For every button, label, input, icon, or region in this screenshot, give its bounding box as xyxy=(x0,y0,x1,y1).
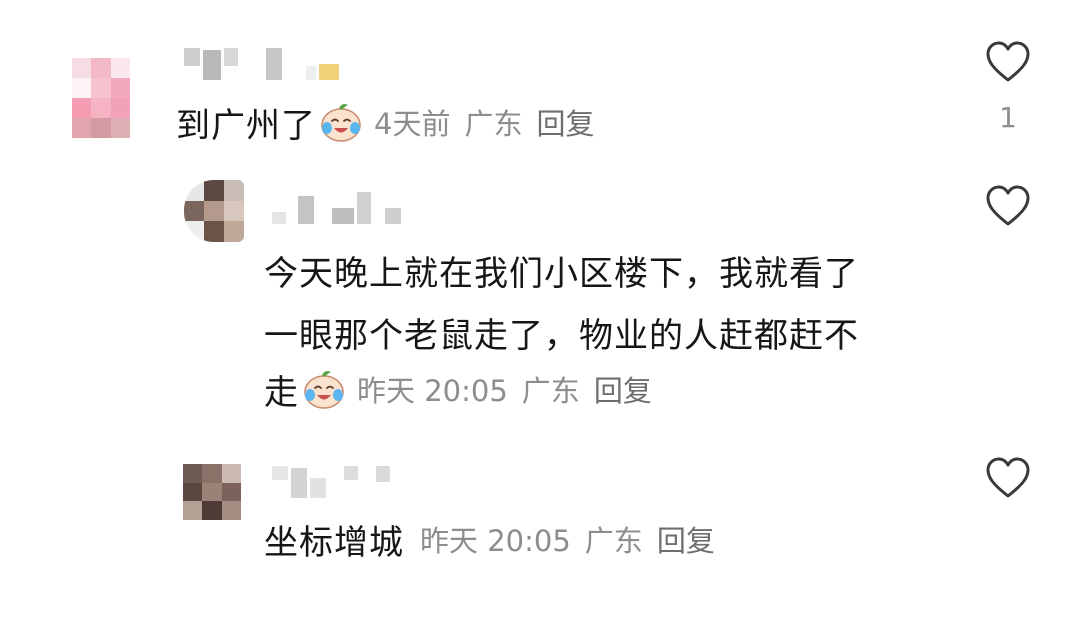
comment-location: 广东 xyxy=(584,524,643,558)
avatar[interactable] xyxy=(184,180,244,242)
like-button[interactable] xyxy=(985,40,1031,86)
comment-time: 昨天 20:05 xyxy=(357,374,508,408)
heart-outline-icon xyxy=(986,457,1030,498)
like-button[interactable] xyxy=(985,456,1031,502)
crying-laughing-emoji-icon xyxy=(301,366,347,412)
comment-text: 坐标增城 xyxy=(264,522,404,563)
like-count: 1 xyxy=(999,101,1017,134)
comment-text: 到广州了 xyxy=(176,105,316,146)
comment-text-line: 走 xyxy=(264,372,299,413)
heart-outline-icon xyxy=(986,41,1030,82)
comment-content: 坐标增城 昨天 20:05 广东 回复 xyxy=(264,514,715,564)
comment-text-line: 今天晚上就在我们小区楼下，我就看了 xyxy=(264,254,859,294)
comment-location: 广东 xyxy=(464,107,523,141)
username[interactable] xyxy=(184,44,342,80)
crying-laughing-emoji-icon xyxy=(318,99,364,145)
comment-time: 昨天 20:05 xyxy=(420,524,571,558)
reply-button[interactable]: 回复 xyxy=(657,518,715,560)
comment-content: 到广州了 4天前 广东 回复 xyxy=(176,97,594,147)
reply-button[interactable]: 回复 xyxy=(536,101,594,143)
comment-time: 4天前 xyxy=(374,107,451,141)
username[interactable] xyxy=(272,188,404,224)
comment-content: 走 昨天 20:05 广东 回复 xyxy=(264,364,652,414)
like-button[interactable] xyxy=(985,184,1031,230)
reply-button[interactable]: 回复 xyxy=(594,368,652,410)
heart-outline-icon xyxy=(986,185,1030,226)
username[interactable] xyxy=(272,462,393,498)
comment-text-line: 一眼那个老鼠走了，物业的人赶都赶不 xyxy=(264,316,859,356)
avatar[interactable] xyxy=(183,464,241,520)
comment-location: 广东 xyxy=(521,374,580,408)
avatar[interactable] xyxy=(72,58,130,138)
